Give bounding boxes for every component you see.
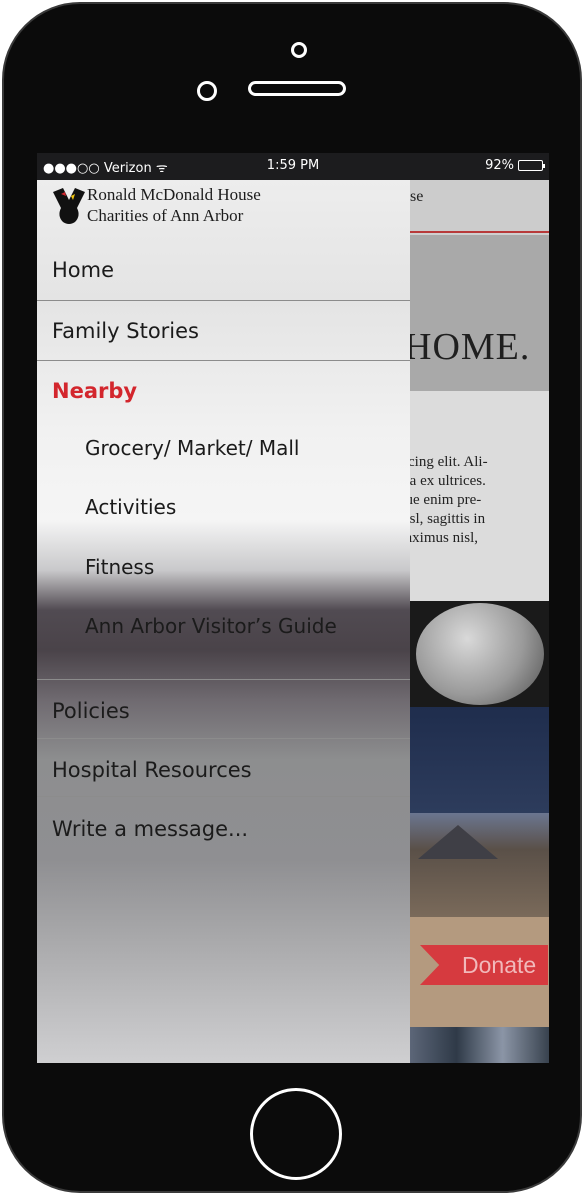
org-name-line2: Charities of Ann Arbor [87, 206, 244, 225]
donate-button[interactable]: Donate [420, 945, 548, 985]
drawer-header: Ronald McDonald House Charities of Ann A… [37, 180, 410, 238]
organization-name: Ronald McDonald House Charities of Ann A… [87, 184, 261, 226]
background-header: se [410, 180, 549, 233]
battery-percent: 92% [485, 158, 514, 173]
body-line: naximus nisl, [398, 530, 479, 546]
navigation-drawer: Ronald McDonald House Charities of Ann A… [37, 180, 410, 1063]
background-page[interactable]: se HOME. iscing elit. Ali- nia ex ultric… [398, 180, 549, 1063]
home-button[interactable] [250, 1088, 342, 1180]
battery-icon [518, 160, 545, 171]
battery-status: 92% [485, 158, 545, 173]
parking-photo [410, 1027, 549, 1063]
proximity-sensor [197, 81, 217, 101]
menu-item-hospital-resources[interactable]: Hospital Resources [37, 758, 410, 782]
menu-item-policies[interactable]: Policies [37, 699, 410, 723]
submenu-item-fitness[interactable]: Fitness [37, 555, 410, 579]
hero-title-fragment: HOME. [404, 326, 531, 368]
menu-divider [37, 796, 410, 797]
earpiece-speaker [248, 81, 346, 96]
night-building-photo [410, 707, 549, 813]
body-line: que enim pre- [398, 492, 482, 508]
submenu-item-activities[interactable]: Activities [37, 495, 410, 519]
body-line: iscing elit. Ali- [398, 454, 488, 470]
background-header-fragment: se [410, 188, 424, 205]
house-photo [410, 813, 549, 917]
background-body-text: iscing elit. Ali- nia ex ultrices. que e… [398, 391, 549, 601]
clock: 1:59 PM [266, 158, 320, 173]
menu-item-home[interactable]: Home [37, 258, 410, 282]
rmhc-logo-icon [53, 188, 85, 224]
submenu-item-grocery[interactable]: Grocery/ Market/ Mall [37, 436, 410, 460]
donate-banner: Donate [410, 917, 549, 1027]
body-line: nisl, sagittis in [398, 511, 486, 527]
menu-divider [37, 679, 410, 680]
org-name-line1: Ronald McDonald House [87, 185, 261, 204]
moon-photo [410, 601, 549, 707]
body-line: nia ex ultrices. [398, 473, 486, 489]
menu-item-nearby[interactable]: Nearby [37, 379, 410, 403]
menu-divider [37, 300, 410, 301]
menu-divider [37, 738, 410, 739]
menu-divider [37, 360, 410, 361]
status-bar: ●●●○○ Verizon ᯤ 1:59 PM 92% [37, 153, 549, 180]
background-hero: HOME. [404, 235, 549, 391]
front-camera [291, 42, 307, 58]
menu-item-write-message[interactable]: Write a message... [37, 817, 410, 841]
menu-item-family-stories[interactable]: Family Stories [37, 319, 410, 343]
screen: ●●●○○ Verizon ᯤ 1:59 PM 92% se HOME. isc… [37, 153, 549, 1063]
submenu-item-visitors-guide[interactable]: Ann Arbor Visitor’s Guide [37, 614, 410, 638]
